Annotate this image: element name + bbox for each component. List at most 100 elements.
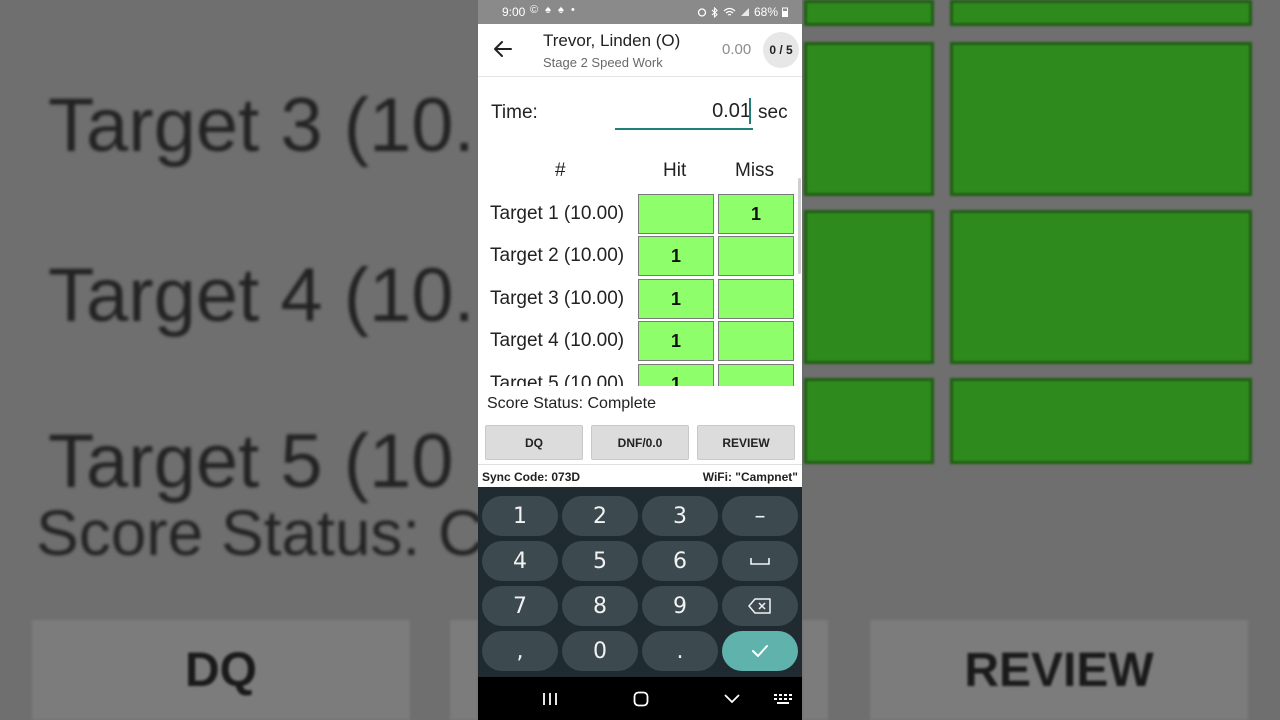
key-7[interactable]: 7 <box>482 586 558 626</box>
sync-code: Sync Code: 073D <box>482 470 581 484</box>
key-comma[interactable]: , <box>482 631 558 671</box>
hit-cell[interactable] <box>638 194 714 234</box>
key-8[interactable]: 8 <box>562 586 638 626</box>
dnf-button[interactable]: DNF/0.0 <box>591 425 689 460</box>
bg-cell <box>804 42 934 196</box>
key-space[interactable] <box>722 541 798 581</box>
table-row: Target 1 (10.00) 1 <box>478 194 802 234</box>
wifi-network: WiFi: "Campnet" <box>702 470 798 484</box>
notification-icons: © ♠ ♠ • <box>530 4 577 16</box>
time-input[interactable] <box>615 94 753 130</box>
time-unit: sec <box>758 102 788 123</box>
text-cursor <box>749 98 751 124</box>
system-navigation-bar <box>478 677 802 720</box>
key-0[interactable]: 0 <box>562 631 638 671</box>
bg-target-label: Target 4 (10. <box>48 253 475 338</box>
action-buttons: DQ DNF/0.0 REVIEW <box>478 425 802 460</box>
target-name: Target 5 (10.00) <box>490 373 625 386</box>
time-label: Time: <box>491 102 538 123</box>
bg-target-label: Target 3 (10. <box>48 83 475 168</box>
arrow-left-icon[interactable] <box>492 38 514 60</box>
recents-button[interactable] <box>530 677 570 720</box>
system-icons: 68% <box>697 5 788 19</box>
column-header-miss: Miss <box>735 160 775 181</box>
hit-cell[interactable]: 1 <box>638 321 714 361</box>
miss-cell[interactable]: 1 <box>718 194 794 234</box>
table-row: Target 4 (10.00) 1 <box>478 321 802 361</box>
bluetooth-icon <box>711 6 718 18</box>
stage-score: 0.00 <box>722 41 752 58</box>
key-backspace[interactable] <box>722 586 798 626</box>
key-confirm[interactable] <box>722 631 798 671</box>
table-row: Target 3 (10.00) 1 <box>478 279 802 319</box>
key-4[interactable]: 4 <box>482 541 558 581</box>
battery-icon <box>782 7 788 17</box>
check-icon <box>752 645 768 657</box>
bg-cell <box>804 378 934 464</box>
key-2[interactable]: 2 <box>562 496 638 536</box>
hit-cell[interactable]: 1 <box>638 279 714 319</box>
miss-cell[interactable] <box>718 236 794 276</box>
key-1[interactable]: 1 <box>482 496 558 536</box>
key-dot[interactable]: . <box>642 631 718 671</box>
miss-cell[interactable] <box>718 279 794 319</box>
target-name: Target 4 (10.00) <box>490 330 625 351</box>
alarm-icon <box>697 8 707 17</box>
key-3[interactable]: 3 <box>642 496 718 536</box>
bg-cell <box>950 0 1252 26</box>
bg-target-label: Target 5 (10 <box>48 419 454 504</box>
numeric-keyboard: 1 2 3 – 4 5 6 7 8 9 , 0 . <box>478 487 802 677</box>
bg-cell <box>950 210 1252 364</box>
keyboard-switch-button[interactable] <box>763 677 802 720</box>
wifi-icon <box>723 7 736 16</box>
app-header: Trevor, Linden (O) Stage 2 Speed Work 0.… <box>478 24 802 77</box>
review-button[interactable]: REVIEW <box>697 425 795 460</box>
miss-cell[interactable] <box>718 364 794 386</box>
dq-button[interactable]: DQ <box>485 425 583 460</box>
sync-footer: Sync Code: 073D WiFi: "Campnet" <box>478 464 802 488</box>
bg-cell <box>804 0 934 26</box>
system-status-bar: 9:00 © ♠ ♠ • 68% <box>478 0 802 24</box>
home-icon <box>633 691 649 706</box>
target-name: Target 2 (10.00) <box>490 245 625 266</box>
home-button[interactable] <box>621 677 661 720</box>
space-bar-icon <box>750 558 770 565</box>
table-row: Target 2 (10.00) 1 <box>478 236 802 276</box>
bg-review-button: REVIEW <box>870 620 1248 720</box>
key-minus[interactable]: – <box>722 496 798 536</box>
clock: 9:00 <box>502 5 526 19</box>
bg-dnf-button <box>450 620 478 720</box>
targets-table: # Hit Miss Target 1 (10.00) 1 Target 2 (… <box>478 150 802 386</box>
back-button[interactable] <box>712 677 752 720</box>
score-status: Score Status: Complete <box>487 395 656 412</box>
table-row: Target 5 (10.00) 1 <box>478 364 802 386</box>
bg-cell <box>950 42 1252 196</box>
target-name: Target 1 (10.00) <box>490 203 625 224</box>
stage-name: Stage 2 Speed Work <box>543 55 663 70</box>
bg-cell <box>804 210 934 364</box>
backspace-icon <box>748 598 771 614</box>
bg-dq-button: DQ <box>32 620 410 720</box>
signal-icon <box>740 8 749 16</box>
miss-cell[interactable] <box>718 321 794 361</box>
target-name: Target 3 (10.00) <box>490 288 625 309</box>
time-row: Time: sec <box>478 90 802 134</box>
phone-screen: 9:00 © ♠ ♠ • 68% Trevor, Linden (O) Stag… <box>478 0 802 720</box>
key-6[interactable]: 6 <box>642 541 718 581</box>
target-progress-badge[interactable]: 0 / 5 <box>763 32 799 68</box>
key-9[interactable]: 9 <box>642 586 718 626</box>
bg-cell <box>950 378 1252 464</box>
nav-back-icon <box>724 693 740 703</box>
table-scrollbar[interactable] <box>798 178 801 274</box>
shooter-name: Trevor, Linden (O) <box>543 31 681 50</box>
keyboard-switch-icon <box>774 693 792 704</box>
column-header-hit: Hit <box>663 160 687 181</box>
bg-score-status: Score Status: Co <box>36 497 520 569</box>
recents-icon <box>543 692 557 705</box>
hit-cell[interactable]: 1 <box>638 364 714 386</box>
bg-dnf-button <box>802 620 828 720</box>
key-5[interactable]: 5 <box>562 541 638 581</box>
column-header-number: # <box>555 160 566 181</box>
hit-cell[interactable]: 1 <box>638 236 714 276</box>
battery-level: 68% <box>753 5 778 19</box>
